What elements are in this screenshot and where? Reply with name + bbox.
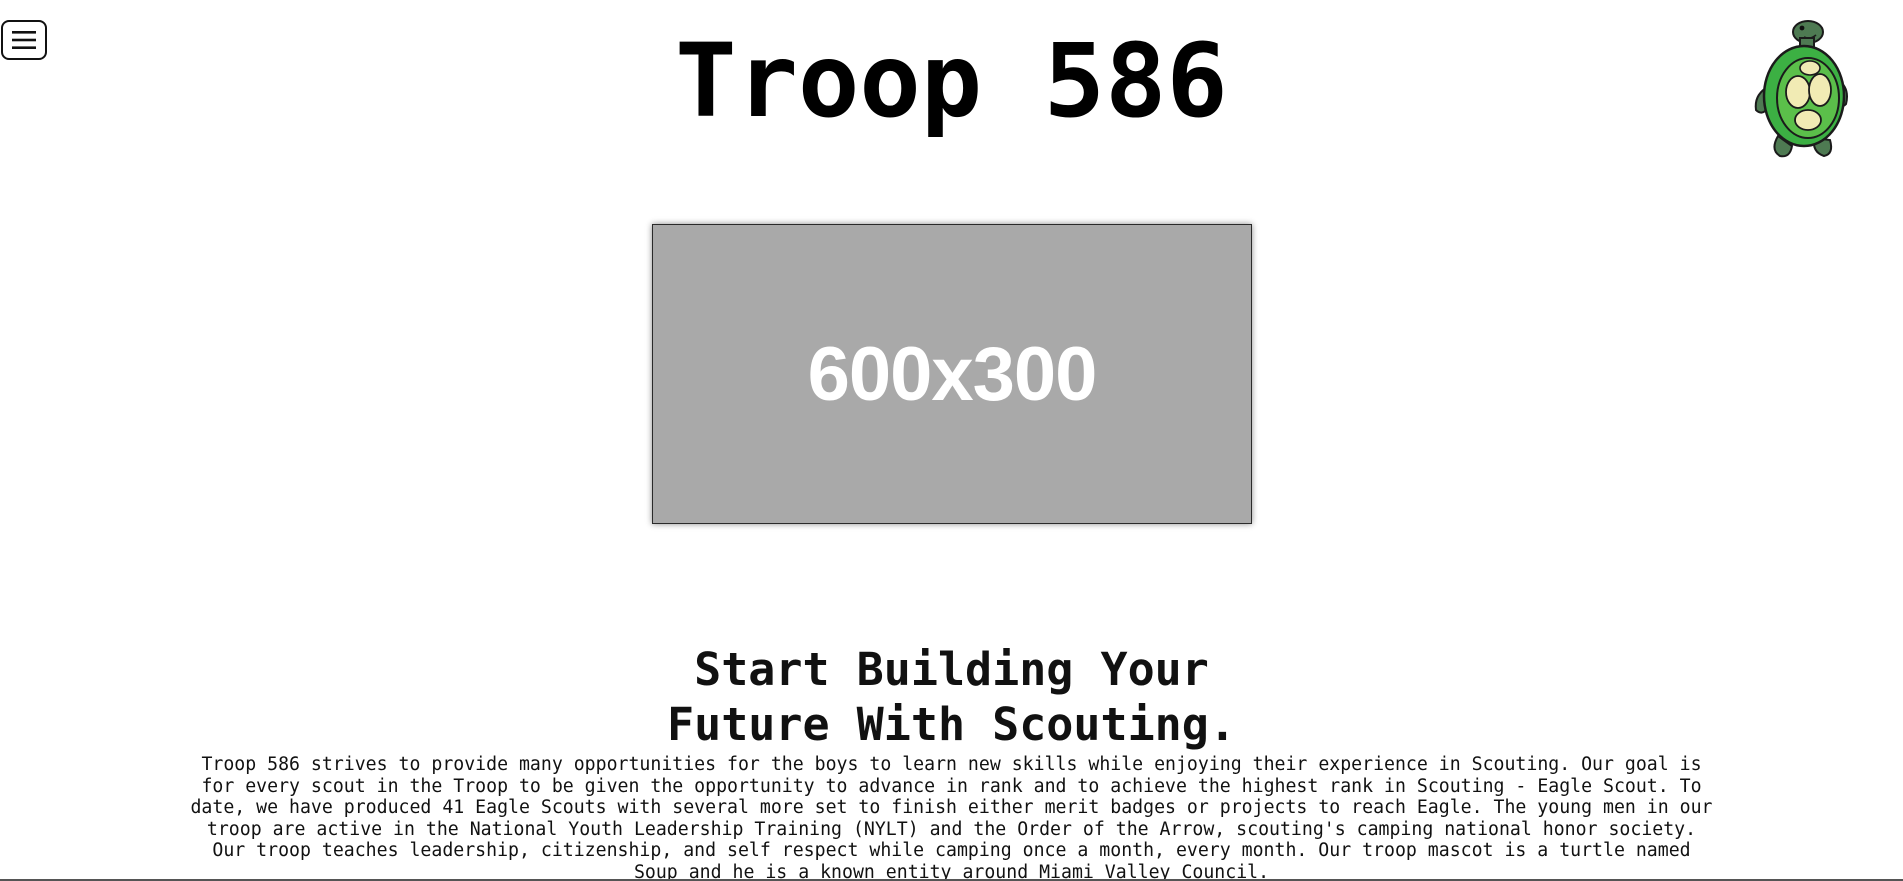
site-title: Troop 586 — [675, 22, 1228, 141]
hero-image-placeholder: 600x300 — [652, 224, 1252, 524]
page: Troop 586 600x300 Start Building Your Fu… — [0, 0, 1903, 881]
turtle-mascot-icon — [1754, 20, 1848, 158]
intro-paragraph: Troop 586 strives to provide many opport… — [190, 754, 1713, 881]
headline-line-2: Future With Scouting. — [667, 698, 1236, 751]
hero-placeholder-label: 600x300 — [807, 331, 1098, 417]
headline: Start Building Your Future With Scouting… — [0, 642, 1903, 752]
headline-line-1: Start Building Your — [694, 643, 1209, 696]
